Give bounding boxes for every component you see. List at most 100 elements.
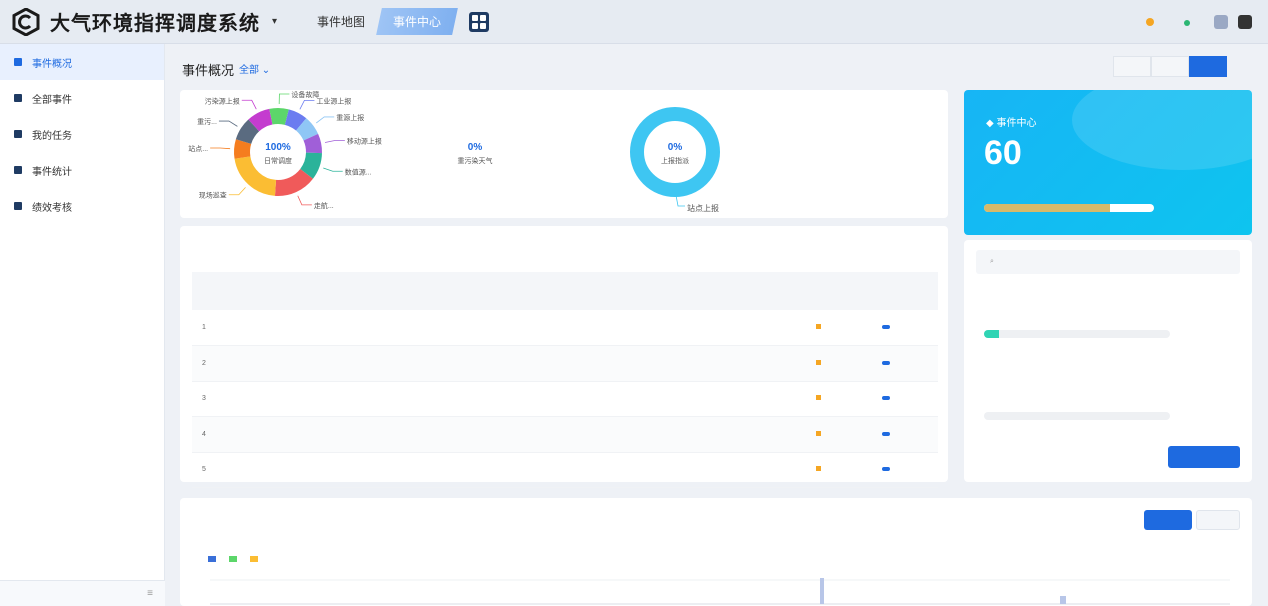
table-cell	[236, 416, 348, 453]
donut-slice[interactable]	[284, 109, 307, 131]
sidebar-item-performance[interactable]: 绩效考核	[0, 188, 164, 224]
donut-leader-line	[323, 167, 343, 172]
heavy-pollution-pct: 0%	[467, 142, 483, 153]
view-all-button[interactable]	[1168, 446, 1240, 468]
filter-dropdown[interactable]: 全部 ⌄	[239, 61, 270, 76]
fullscreen-icon[interactable]	[1238, 14, 1252, 29]
tasks-table: 1 2 3 4 5	[192, 272, 938, 488]
bottom-toggle[interactable]	[1196, 510, 1240, 530]
table-cell	[806, 452, 872, 488]
column-header	[732, 272, 806, 310]
time-range-option-active[interactable]	[1189, 56, 1227, 77]
sidebar: 事件概况 全部事件 我的任务 事件统计 绩效考核 ≡	[0, 44, 165, 606]
user-avatar-icon[interactable]	[1214, 14, 1228, 29]
search-input[interactable]: ⌕	[976, 250, 1240, 274]
donut-slice-label: 设备故障	[291, 90, 319, 99]
sidebar-item-label: 事件统计	[32, 166, 72, 178]
row-action-button[interactable]	[882, 360, 890, 365]
time-range-option[interactable]	[1151, 56, 1189, 77]
row-action-cell[interactable]	[872, 416, 938, 453]
report-assign-label: 上报指派	[661, 158, 689, 165]
metric-progress	[984, 330, 1170, 338]
table-cell	[472, 310, 534, 346]
collapse-icon[interactable]: ≡	[147, 588, 153, 599]
status-dot	[816, 324, 821, 329]
table-cell	[806, 416, 872, 453]
table-row: 2	[192, 345, 938, 382]
app-title: 大气环境指挥调度系统	[50, 11, 260, 35]
table-cell	[806, 345, 872, 382]
table-cell	[732, 452, 806, 488]
table-cell	[348, 310, 472, 346]
time-range-option[interactable]	[1113, 56, 1151, 77]
column-header	[806, 272, 872, 310]
table-cell	[806, 310, 872, 346]
row-action-button[interactable]	[882, 396, 890, 401]
donut-slice[interactable]	[299, 152, 322, 179]
bottom-chart-card	[180, 498, 1252, 606]
row-action-cell[interactable]	[872, 452, 938, 488]
donut-slice[interactable]	[303, 133, 322, 154]
notice-icon[interactable]	[1146, 17, 1154, 26]
sidebar-item-label: 事件概况	[32, 58, 72, 70]
donut-slice[interactable]	[295, 118, 319, 141]
sidebar-item-my-tasks[interactable]: 我的任务	[0, 116, 164, 152]
donut-leader-line	[241, 99, 257, 110]
header-right	[1146, 14, 1268, 29]
status-dot	[816, 395, 821, 401]
donut-slice-label: 重污...	[197, 118, 217, 126]
donut-center-pct: 100%	[265, 142, 291, 153]
donut-slice[interactable]	[269, 108, 289, 125]
row-action-button[interactable]	[882, 325, 890, 329]
legend-item	[229, 556, 240, 563]
donut-slice[interactable]	[234, 139, 252, 159]
report-assign-pct: 0%	[667, 142, 683, 153]
station-report-label: 站点上报	[687, 204, 719, 213]
table-cell: 1	[192, 310, 236, 346]
status-dot	[816, 359, 821, 365]
table-cell: 5	[192, 452, 236, 488]
table-row: 1	[192, 310, 938, 346]
tab-event-map[interactable]: 事件地图	[309, 9, 373, 34]
donut-slice-label: 现场巡查	[199, 191, 227, 200]
chevron-down-icon[interactable]: ▾	[272, 16, 277, 27]
chevron-down-icon: ⌄	[261, 65, 271, 76]
row-action-button[interactable]	[882, 431, 890, 436]
donut-slice[interactable]	[248, 108, 273, 132]
sidebar-item-statistics[interactable]: 事件统计	[0, 152, 164, 188]
user-icon	[14, 58, 22, 66]
table-cell	[534, 381, 608, 417]
decorative-wave	[1072, 90, 1252, 170]
donut-leader-line	[316, 116, 335, 124]
tab-event-center-label: 事件中心	[393, 15, 442, 29]
table-cell	[348, 452, 472, 488]
sidebar-collapse[interactable]: ≡	[0, 580, 165, 606]
sidebar-item-label: 绩效考核	[32, 202, 72, 214]
row-action-button[interactable]	[882, 467, 890, 472]
table-cell	[732, 310, 806, 346]
donut-leader-line	[324, 140, 345, 143]
bottom-toggle-active[interactable]	[1144, 510, 1192, 530]
row-action-cell[interactable]	[872, 345, 938, 382]
table-cell	[472, 452, 534, 488]
table-row: 3	[192, 381, 938, 417]
donut-slice[interactable]	[274, 168, 313, 196]
donut-leader-line	[218, 120, 238, 127]
row-action-cell[interactable]	[872, 310, 938, 346]
tab-event-center[interactable]: 事件中心	[376, 8, 458, 35]
category-donut[interactable]: 设备故障工业源上报重源上报移动源上报数值源... 走航... 现场巡查 站点... 重污…	[180, 90, 948, 218]
table-cell	[534, 345, 608, 382]
metric-progress	[984, 412, 1170, 420]
table-cell	[472, 345, 534, 382]
app-grid-icon[interactable]	[469, 11, 490, 32]
sidebar-item-all-events[interactable]: 全部事件	[0, 80, 164, 116]
legend-swatch	[250, 556, 258, 563]
table-cell	[236, 345, 348, 382]
sidebar-item-overview[interactable]: 事件概况	[0, 44, 164, 80]
task-icon	[14, 130, 22, 138]
row-action-cell[interactable]	[872, 381, 938, 417]
donut-leader-line	[297, 195, 312, 206]
donut-slice-label: 数值源...	[345, 167, 372, 176]
sidebar-item-label: 全部事件	[32, 94, 72, 106]
donut-slice[interactable]	[235, 119, 260, 145]
